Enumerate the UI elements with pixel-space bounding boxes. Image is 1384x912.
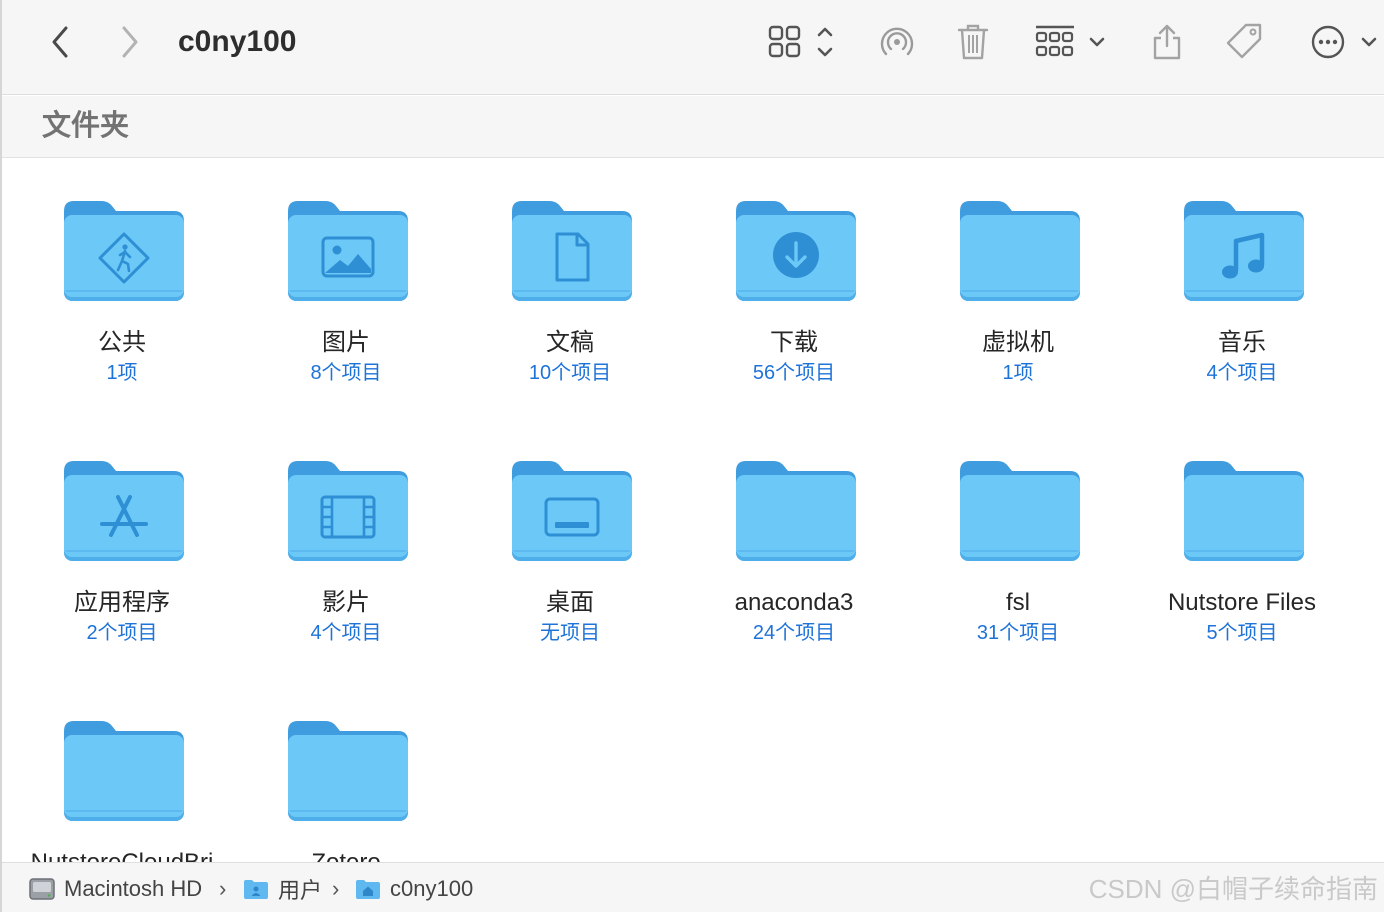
folder-item[interactable]: fsl 31个项目 bbox=[906, 419, 1130, 659]
hard-drive-icon bbox=[29, 878, 55, 900]
tag-button[interactable] bbox=[1222, 20, 1268, 64]
film-folder-icon bbox=[288, 461, 408, 561]
more-button[interactable] bbox=[1306, 20, 1382, 64]
view-mode-button[interactable] bbox=[764, 20, 842, 64]
desktop-folder-icon bbox=[512, 461, 632, 561]
path-item-label: 用户 bbox=[278, 878, 323, 903]
folder-icon bbox=[736, 461, 856, 561]
watermark: CSDN @白帽子续命指南 bbox=[1088, 874, 1378, 904]
share-button[interactable] bbox=[1146, 20, 1188, 64]
folder-item-count: 24个项目 bbox=[752, 622, 836, 644]
airdrop-icon bbox=[880, 27, 914, 56]
folder-name: fsl bbox=[1006, 589, 1030, 616]
folder-name: 桌面 bbox=[546, 589, 594, 616]
users-folder-icon bbox=[244, 880, 268, 899]
forward-button[interactable] bbox=[112, 20, 148, 64]
folder-item[interactable]: 公共 1项 bbox=[10, 159, 234, 399]
folder-item[interactable]: anaconda3 24个项目 bbox=[682, 419, 906, 659]
folder-item[interactable]: NutstoreCloudBri bbox=[10, 679, 234, 862]
path-item-label: Macintosh HD bbox=[64, 876, 203, 901]
toolbar: c0ny100 bbox=[2, 0, 1384, 95]
folder-name: anaconda3 bbox=[734, 589, 854, 616]
chevron-right-icon bbox=[122, 26, 138, 58]
folder-name: 应用程序 bbox=[74, 589, 170, 616]
folder-name: 公共 bbox=[98, 329, 146, 356]
folder-item[interactable]: Zotero bbox=[234, 679, 458, 862]
folder-grid: 公共 1项 图片 8个项目 文稿 10个项目 下载 56个项目 虚拟机 1项 音乐 4个项目 应用程序 2… bbox=[2, 159, 1384, 862]
folder-name: 虚拟机 bbox=[982, 329, 1054, 356]
path-bar: Macintosh HD › 用户 › c0ny100 CSDN @白帽子续命指… bbox=[2, 862, 1384, 912]
tag-icon bbox=[1226, 23, 1262, 59]
share-icon bbox=[1153, 24, 1181, 60]
ellipsis-circle-icon bbox=[1311, 25, 1377, 59]
folder-item[interactable]: 文稿 10个项目 bbox=[458, 159, 682, 399]
back-button[interactable] bbox=[42, 20, 78, 64]
folder-item-count: 1项 bbox=[106, 362, 138, 384]
folder-item-count: 无项目 bbox=[540, 622, 600, 644]
music-folder-icon bbox=[1184, 201, 1304, 301]
folder-item[interactable]: 虚拟机 1项 bbox=[906, 159, 1130, 399]
home-folder-icon bbox=[356, 880, 380, 899]
section-title: 文件夹 bbox=[42, 110, 130, 142]
folder-item[interactable]: 音乐 4个项目 bbox=[1130, 159, 1354, 399]
finder-window: c0ny100 文件夹 公共 1项 图片 8个项目 文稿 10个项目 下载 56… bbox=[0, 0, 1384, 912]
group-button[interactable] bbox=[1032, 20, 1110, 64]
folder-item-count: 1项 bbox=[1002, 362, 1034, 384]
folder-name: 影片 bbox=[322, 589, 370, 616]
group-grid-icon bbox=[1035, 25, 1105, 57]
trash-button[interactable] bbox=[952, 20, 994, 64]
path-item-home[interactable]: c0ny100 bbox=[354, 875, 473, 903]
folder-item[interactable]: 影片 4个项目 bbox=[234, 419, 458, 659]
document-folder-icon bbox=[512, 201, 632, 301]
public-folder-icon bbox=[64, 201, 184, 301]
folder-item-count: 2个项目 bbox=[86, 622, 158, 644]
chevron-left-icon bbox=[52, 26, 68, 58]
folder-name: 下载 bbox=[770, 329, 818, 356]
folder-name: 图片 bbox=[322, 329, 370, 356]
trash-icon bbox=[957, 24, 989, 60]
folder-icon bbox=[1184, 461, 1304, 561]
folder-name: Zotero bbox=[234, 847, 458, 862]
folder-item-count: 31个项目 bbox=[976, 622, 1060, 644]
folder-icon bbox=[960, 201, 1080, 301]
folder-item[interactable]: 桌面 无项目 bbox=[458, 419, 682, 659]
path-item-macintosh-hd[interactable]: Macintosh HD bbox=[28, 875, 202, 903]
folder-item-count: 8个项目 bbox=[310, 362, 382, 384]
grid-view-icon bbox=[768, 25, 833, 58]
airdrop-button[interactable] bbox=[874, 20, 920, 64]
folder-item-count: 4个项目 bbox=[1206, 362, 1278, 384]
photo-folder-icon bbox=[288, 201, 408, 301]
section-header: 文件夹 bbox=[2, 96, 1384, 158]
folder-item[interactable]: Nutstore Files 5个项目 bbox=[1130, 419, 1354, 659]
folder-name: Nutstore Files bbox=[1167, 589, 1317, 616]
window-title: c0ny100 bbox=[178, 25, 297, 58]
folder-name: 文稿 bbox=[546, 329, 594, 356]
folder-item[interactable]: 图片 8个项目 bbox=[234, 159, 458, 399]
folder-name: 音乐 bbox=[1218, 329, 1266, 356]
folder-icon bbox=[960, 461, 1080, 561]
folder-item[interactable]: 应用程序 2个项目 bbox=[10, 419, 234, 659]
path-separator: › bbox=[219, 876, 227, 901]
path-item-label: c0ny100 bbox=[390, 876, 474, 901]
download-folder-icon bbox=[736, 201, 856, 301]
folder-icon bbox=[288, 721, 408, 821]
folder-item-count: 5个项目 bbox=[1206, 622, 1278, 644]
folder-item-count: 56个项目 bbox=[752, 362, 836, 384]
folder-item-count: 4个项目 bbox=[310, 622, 382, 644]
folder-name: NutstoreCloudBri bbox=[10, 847, 234, 862]
folder-icon bbox=[64, 721, 184, 821]
folder-item-count: 10个项目 bbox=[528, 362, 612, 384]
path-item-users[interactable]: 用户 bbox=[242, 875, 322, 903]
folder-item[interactable]: 下载 56个项目 bbox=[682, 159, 906, 399]
apps-folder-icon bbox=[64, 461, 184, 561]
path-separator: › bbox=[332, 876, 340, 901]
